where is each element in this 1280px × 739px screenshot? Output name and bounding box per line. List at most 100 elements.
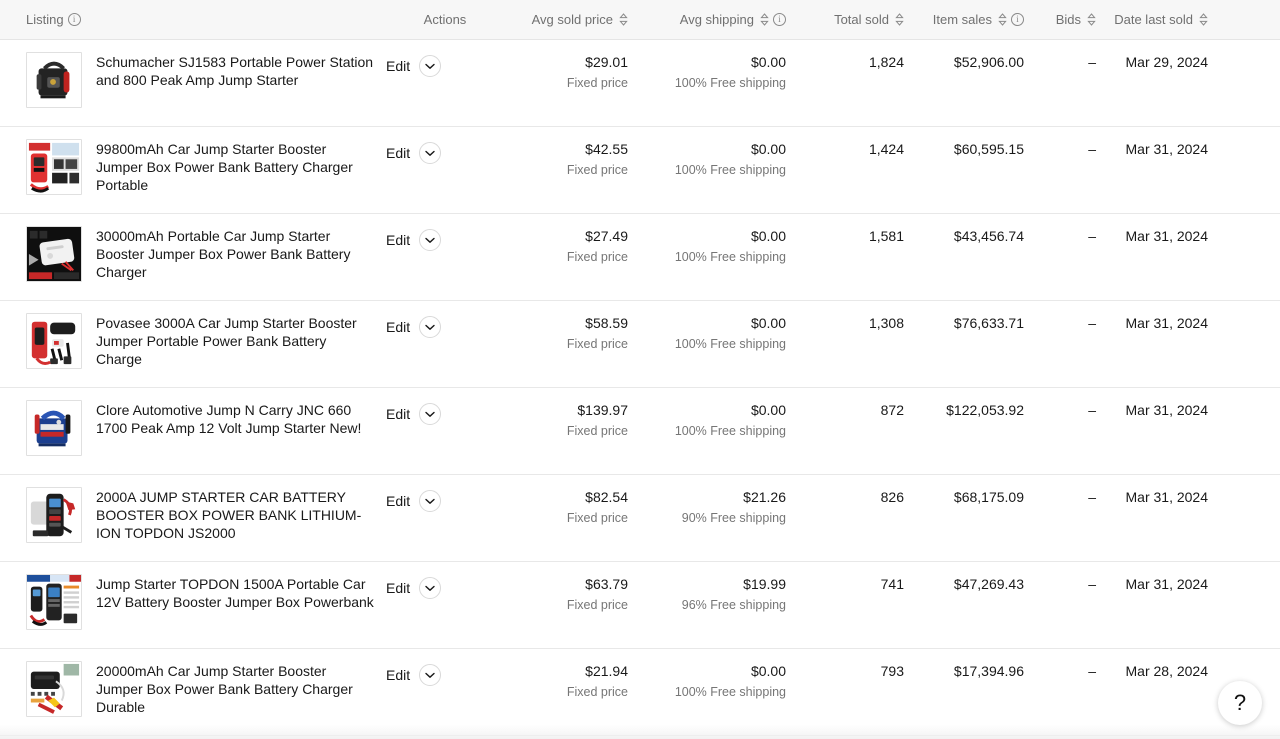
table-header: Listing i Actions Avg sold price Avg shi… (0, 0, 1280, 40)
avg-shipping-value: $19.99 (743, 576, 786, 592)
item-sales-value: $47,269.43 (953, 576, 1024, 592)
listing-cell: 30000mAh Portable Car Jump Starter Boost… (0, 214, 380, 282)
free-shipping-note: 100% Free shipping (674, 163, 786, 177)
total-sold-value: 1,308 (868, 315, 904, 331)
price-type-label: Fixed price (566, 163, 628, 177)
product-thumbnail[interactable] (26, 400, 82, 456)
sort-arrows-icon[interactable] (760, 13, 769, 26)
item-sales-cell: $17,394.96 (904, 649, 1024, 680)
listing-cell: Clore Automotive Jump N Carry JNC 660 17… (0, 388, 380, 456)
date-last-sold-value: Mar 31, 2024 (1125, 402, 1209, 418)
bids-value: – (1088, 489, 1096, 505)
date-last-sold-cell: Mar 31, 2024 (1096, 388, 1236, 419)
edit-button[interactable]: Edit (386, 406, 410, 422)
free-shipping-note: 90% Free shipping (681, 511, 786, 525)
column-header-item-sales[interactable]: Item sales i (904, 13, 1024, 26)
listing-cell: 2000A JUMP STARTER CAR BATTERY BOOSTER B… (0, 475, 380, 543)
column-header-avg-shipping[interactable]: Avg shipping i (628, 13, 786, 26)
sort-arrows-icon[interactable] (998, 13, 1007, 26)
table-row: 2000A JUMP STARTER CAR BATTERY BOOSTER B… (0, 475, 1280, 562)
edit-button[interactable]: Edit (386, 58, 410, 74)
total-sold-value: 741 (880, 576, 904, 592)
price-type-label: Fixed price (566, 76, 628, 90)
listing-title[interactable]: 30000mAh Portable Car Jump Starter Boost… (96, 226, 376, 281)
total-sold-value: 826 (880, 489, 904, 505)
date-last-sold-value: Mar 29, 2024 (1125, 54, 1209, 70)
column-header-total-sold[interactable]: Total sold (786, 13, 904, 26)
edit-button[interactable]: Edit (386, 580, 410, 596)
column-header-bids[interactable]: Bids (1024, 13, 1096, 26)
date-last-sold-cell: Mar 29, 2024 (1096, 40, 1236, 71)
avg-shipping-value: $0.00 (750, 402, 786, 418)
listing-title[interactable]: 20000mAh Car Jump Starter Booster Jumper… (96, 661, 376, 716)
product-thumbnail[interactable] (26, 574, 82, 630)
bids-cell: – (1024, 388, 1096, 419)
item-sales-value: $76,633.71 (953, 315, 1024, 331)
chevron-down-icon[interactable] (419, 664, 442, 686)
listing-title[interactable]: 99800mAh Car Jump Starter Booster Jumper… (96, 139, 376, 194)
date-last-sold-value: Mar 31, 2024 (1125, 489, 1209, 505)
edit-button[interactable]: Edit (386, 319, 410, 335)
avg-shipping-cell: $0.00 100% Free shipping (628, 388, 786, 439)
product-thumbnail[interactable] (26, 139, 82, 195)
chevron-down-icon[interactable] (419, 403, 442, 425)
product-thumbnail[interactable] (26, 661, 82, 717)
listing-title[interactable]: Clore Automotive Jump N Carry JNC 660 17… (96, 400, 376, 437)
total-sold-value: 793 (880, 663, 904, 679)
product-thumbnail[interactable] (26, 52, 82, 108)
price-type-label: Fixed price (566, 424, 628, 438)
table-row: 20000mAh Car Jump Starter Booster Jumper… (0, 649, 1280, 736)
listing-title[interactable]: 2000A JUMP STARTER CAR BATTERY BOOSTER B… (96, 487, 376, 542)
total-sold-cell: 1,308 (786, 301, 904, 332)
sort-arrows-icon[interactable] (1199, 13, 1208, 26)
info-icon[interactable]: i (1011, 13, 1024, 26)
date-last-sold-cell: Mar 31, 2024 (1096, 127, 1236, 158)
chevron-down-icon[interactable] (419, 316, 442, 338)
avg-shipping-value: $0.00 (750, 663, 786, 679)
listing-title[interactable]: Jump Starter TOPDON 1500A Portable Car 1… (96, 574, 376, 611)
avg-sold-price-cell: $29.01 Fixed price (510, 40, 628, 91)
sort-arrows-icon[interactable] (895, 13, 904, 26)
product-thumbnail[interactable] (26, 226, 82, 282)
edit-button[interactable]: Edit (386, 145, 410, 161)
column-header-date-last-sold[interactable]: Date last sold (1096, 13, 1236, 26)
bids-value: – (1088, 576, 1096, 592)
listing-title[interactable]: Povasee 3000A Car Jump Starter Booster J… (96, 313, 376, 368)
help-button[interactable]: ? (1218, 681, 1262, 725)
avg-sold-price-cell: $27.49 Fixed price (510, 214, 628, 265)
info-icon[interactable]: i (67, 13, 81, 26)
avg-shipping-value: $0.00 (750, 54, 786, 70)
sort-arrows-icon[interactable] (1087, 13, 1096, 26)
actions-cell: Edit (380, 301, 510, 338)
price-type-label: Fixed price (566, 250, 628, 264)
chevron-down-icon[interactable] (419, 490, 442, 512)
chevron-down-icon[interactable] (419, 577, 442, 599)
edit-button[interactable]: Edit (386, 232, 410, 248)
column-header-bids-label: Bids (1055, 12, 1081, 27)
date-last-sold-value: Mar 31, 2024 (1125, 228, 1209, 244)
avg-shipping-cell: $0.00 100% Free shipping (628, 649, 786, 700)
chevron-down-icon[interactable] (419, 55, 442, 77)
listing-cell: 99800mAh Car Jump Starter Booster Jumper… (0, 127, 380, 195)
info-icon[interactable]: i (773, 13, 786, 26)
free-shipping-note: 100% Free shipping (674, 424, 786, 438)
bids-cell: – (1024, 649, 1096, 680)
avg-shipping-value: $0.00 (750, 228, 786, 244)
table-row: Povasee 3000A Car Jump Starter Booster J… (0, 301, 1280, 388)
chevron-down-icon[interactable] (419, 142, 442, 164)
listing-cell: Jump Starter TOPDON 1500A Portable Car 1… (0, 562, 380, 630)
chevron-down-icon[interactable] (419, 229, 442, 251)
listing-title[interactable]: Schumacher SJ1583 Portable Power Station… (96, 52, 376, 89)
item-sales-cell: $122,053.92 (904, 388, 1024, 419)
product-thumbnail[interactable] (26, 487, 82, 543)
product-thumbnail[interactable] (26, 313, 82, 369)
column-header-avg-sold-price[interactable]: Avg sold price (510, 13, 628, 26)
edit-button[interactable]: Edit (386, 667, 410, 683)
edit-button[interactable]: Edit (386, 493, 410, 509)
actions-cell: Edit (380, 649, 510, 686)
avg-sold-price-cell: $139.97 Fixed price (510, 388, 628, 439)
actions-cell: Edit (380, 475, 510, 512)
sort-arrows-icon[interactable] (619, 13, 628, 26)
item-sales-value: $52,906.00 (953, 54, 1024, 70)
column-header-date-last-sold-label: Date last sold (1114, 12, 1193, 27)
